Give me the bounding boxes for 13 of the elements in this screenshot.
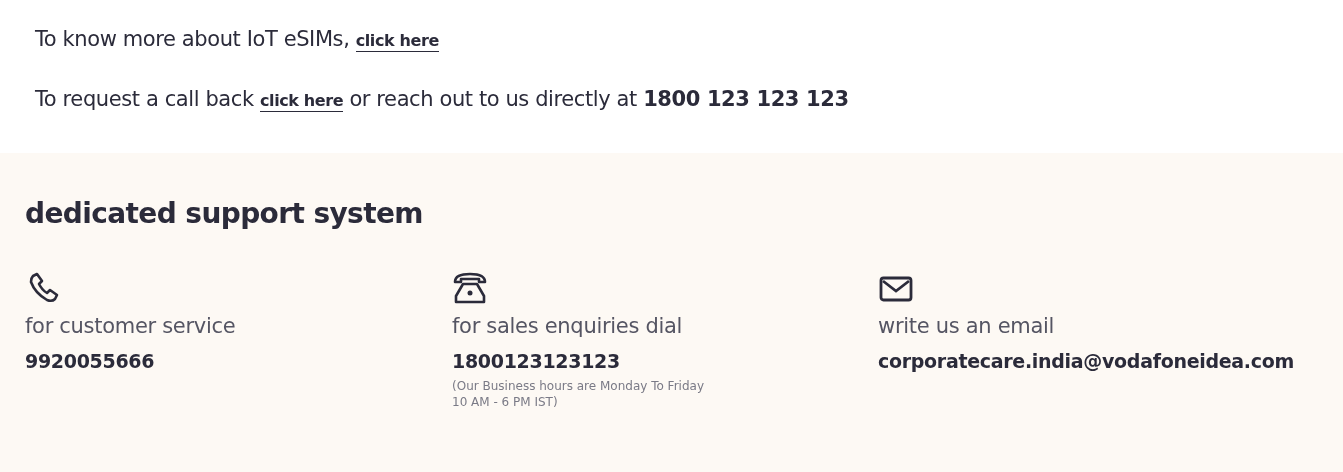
click-here-link[interactable]: click here xyxy=(355,31,439,52)
info-text: To request a call back click here or reach out to us directly at 1800 123 123 123 xyxy=(35,86,850,114)
contact-value: 1800123123123 xyxy=(452,350,621,372)
contact-label: for customer service xyxy=(25,314,237,338)
info-text: To know more about IoT eSIMs, click here xyxy=(35,26,440,54)
click-here-link[interactable]: click here xyxy=(259,91,344,112)
contact-value: corporatecare.india@vodafoneidea.com xyxy=(878,350,1295,372)
contact-label: for sales enquiries dial xyxy=(452,314,684,338)
contact-label: write us an email xyxy=(878,314,1056,338)
section-title: dedicated support system xyxy=(25,197,424,230)
business-hours-note: (Our Business hours are Monday To Friday 10 AM - 6 PM IST) xyxy=(452,378,705,410)
telephone-icon xyxy=(452,270,488,306)
contact-value: 9920055666 xyxy=(25,350,156,372)
